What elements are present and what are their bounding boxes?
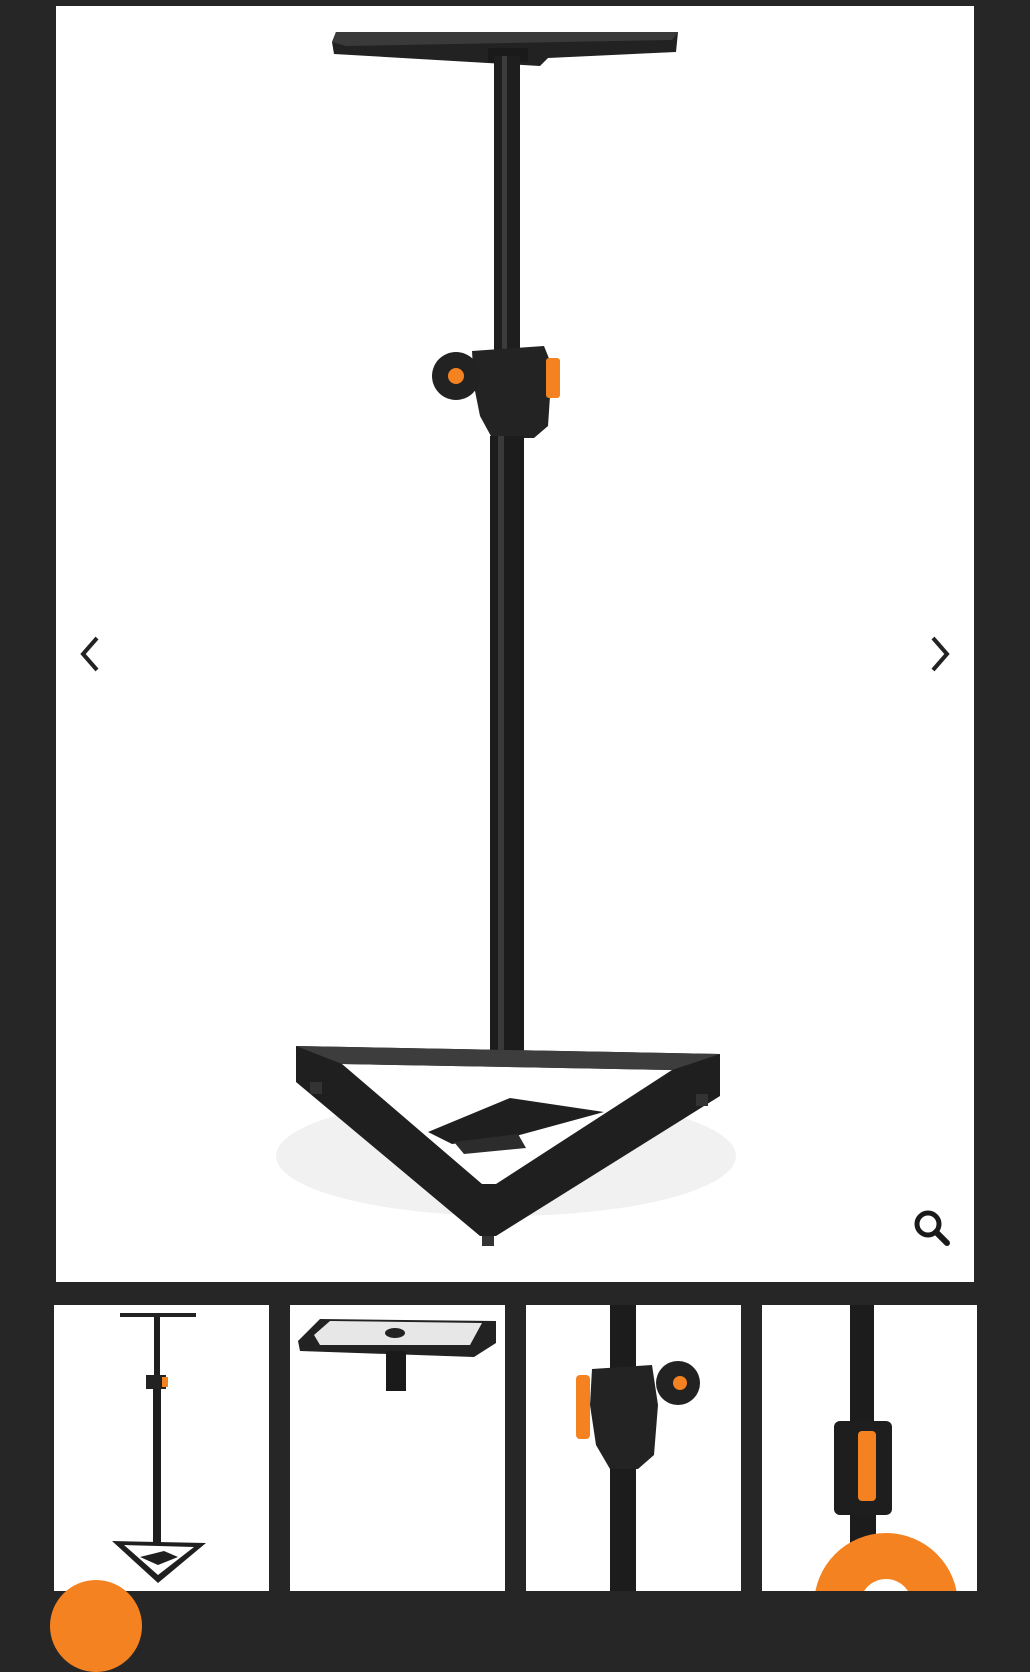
thumbnail-strip — [54, 1305, 977, 1591]
thumbnail-4[interactable] — [762, 1305, 977, 1591]
magnifier-icon — [914, 1210, 950, 1246]
thumbnail-1[interactable] — [54, 1305, 269, 1591]
speaker-stand-illustration — [276, 32, 736, 1246]
top-plate-thumbnail — [298, 1319, 496, 1391]
thumbnail-2[interactable] — [290, 1305, 505, 1591]
stand-full-thumbnail — [112, 1313, 206, 1583]
thumbnail-3[interactable] — [526, 1305, 741, 1591]
next-image-button[interactable] — [920, 626, 960, 682]
lock-closeup-thumbnail — [815, 1305, 957, 1591]
clamp-closeup-thumbnail — [576, 1305, 700, 1591]
orange-badge — [50, 1580, 142, 1672]
chevron-right-icon — [931, 636, 950, 672]
previous-image-button[interactable] — [70, 626, 110, 682]
zoom-button[interactable] — [910, 1206, 954, 1250]
main-product-image[interactable] — [56, 6, 974, 1282]
chevron-left-icon — [80, 636, 99, 672]
